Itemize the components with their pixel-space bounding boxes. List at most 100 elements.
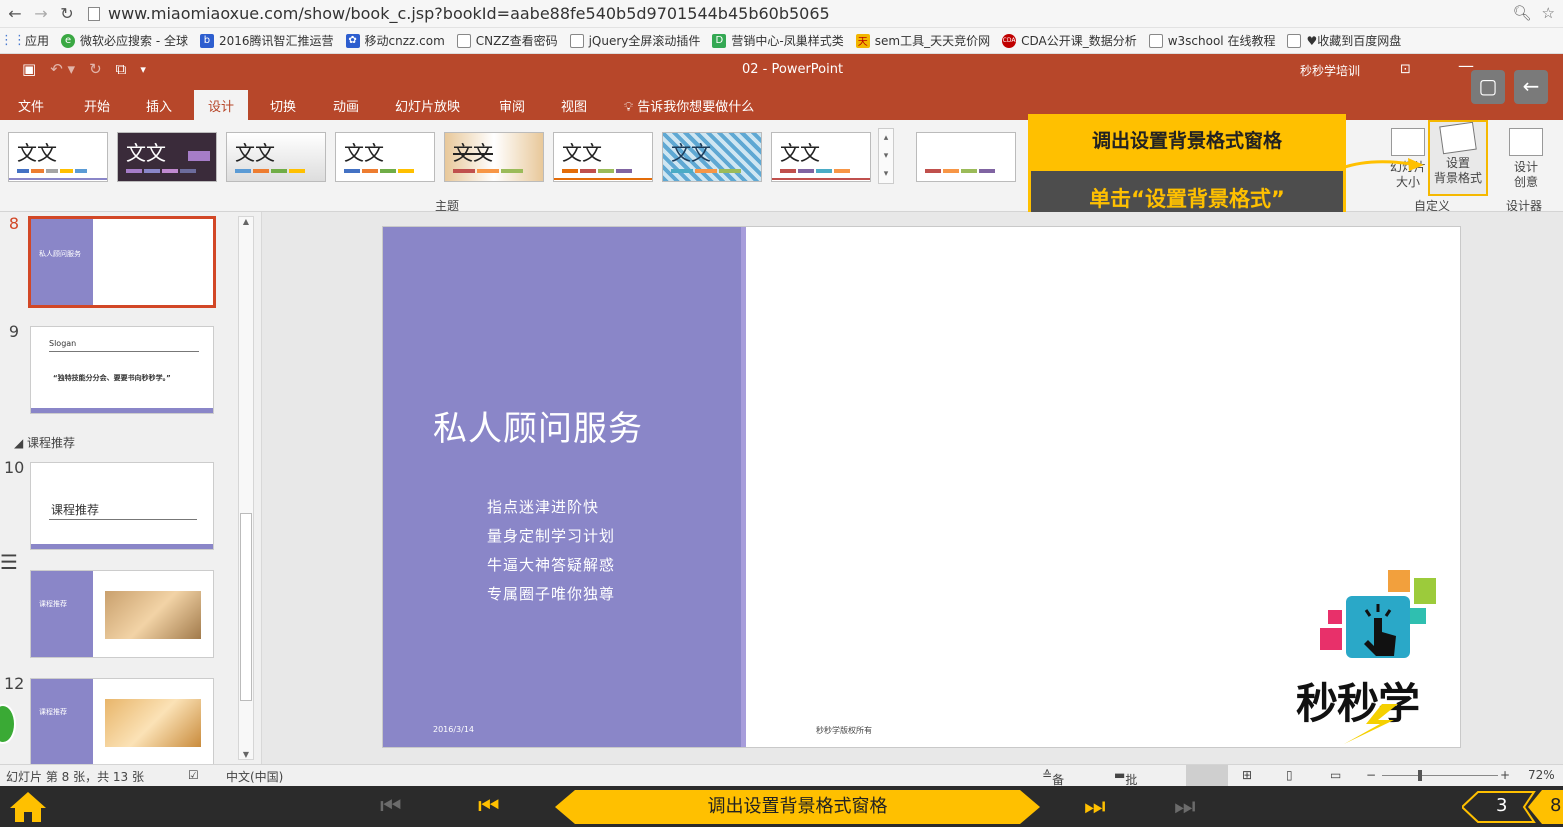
theme-red[interactable]: 文文 [771,132,871,182]
slide-sorter-icon[interactable]: ⊞ [1242,768,1252,782]
bookmark-baidu-pan[interactable]: ♥收藏到百度网盘 [1287,32,1401,49]
slide-thumb-9[interactable]: Slogan “独特技能分分会、要要书向秒秒学。” [30,326,214,414]
slide-footer: 秒秒学版权所有 [816,726,872,735]
tian-icon: 天 [855,33,870,48]
browser-toolbar: ← → ↻ www.miaomiaoxue.com/show/book_c.js… [0,0,1563,28]
slide-thumb-12[interactable]: 课程推荐 [30,678,214,764]
pane-scrollbar[interactable]: ▲ ▼ [238,216,254,760]
thumb-number: 8 [8,214,20,233]
notes-button[interactable]: ≙ 备注 [1042,768,1064,804]
back-icon[interactable]: ← [4,3,26,25]
slide-bullet: 牛逼大神答疑解惑 [487,556,616,574]
zoom-icon[interactable]: 🔍︎ [1513,4,1532,22]
redo-icon[interactable]: ↻ [89,60,102,78]
bookmark-fengchao[interactable]: D 营销中心-凤巢样式类 [712,32,844,49]
reload-icon[interactable]: ↻ [56,3,78,25]
callout-title: 调出设置背景格式窗格 [1028,114,1346,168]
restore-icon[interactable]: ▢ [1471,70,1505,104]
slide-divider [741,227,746,747]
slide-thumb-10[interactable]: 课程推荐 [30,462,214,550]
tab-review[interactable]: 审阅 [499,96,525,115]
slide-bullet: 指点迷津进阶快 [487,498,600,516]
zoom-slider[interactable] [1382,775,1498,776]
bookmark-sem[interactable]: 天 sem工具_天天竞价网 [855,32,990,49]
language-status[interactable]: 中文(中国) [226,768,283,785]
tab-slideshow[interactable]: 幻灯片放映 [395,96,460,115]
slide-thumb-11[interactable]: 课程推荐 [30,570,214,658]
document-title: 02 - PowerPoint [742,62,844,77]
forward-icon[interactable]: → [30,3,52,25]
slideshow-view-icon[interactable]: ▭ [1330,768,1341,782]
page-icon [88,6,100,21]
theme-gray[interactable]: 文文 [226,132,326,182]
slide-bullets[interactable]: 指点迷津进阶快 量身定制学习计划 牛逼大神答疑解惑 专属圈子唯你独尊 [487,493,615,609]
tab-file[interactable]: 文件 [18,96,44,115]
last-step-icon[interactable]: ⏭ [1174,792,1196,820]
normal-view-icon[interactable] [1186,765,1228,786]
slide-bullet: 量身定制学习计划 [487,527,616,545]
comments-button[interactable]: ▬ 批注 [1114,768,1137,804]
tab-view[interactable]: 视图 [561,96,587,115]
reading-view-icon[interactable]: ▯ [1286,768,1293,782]
spellcheck-icon[interactable]: ☑ [188,768,199,782]
thumb-number: 12 [4,674,25,693]
variant-1[interactable] [916,132,1016,182]
bookmark-bing[interactable]: e 微软必应搜索 - 全球 [61,32,188,49]
back-arrow-icon[interactable]: ← [1514,70,1548,104]
scrollbar-thumb[interactable] [240,513,252,701]
page-icon [1287,33,1302,48]
presenter-icon[interactable]: ⧉ [116,60,127,78]
next-step-icon[interactable]: ⏭ [1084,792,1106,820]
tab-insert[interactable]: 插入 [146,96,172,115]
tell-me-search[interactable]: 💡︎ 告诉我你想要做什么 [624,96,754,115]
save-icon[interactable]: ▣ [22,60,36,78]
slide-title[interactable]: 私人顾问服务 [433,401,643,450]
theme-gallery-scroll[interactable]: ▴ ▾ ▾ [878,128,894,184]
tab-transitions[interactable]: 切换 [270,96,296,115]
previous-step-icon[interactable]: ⏮ [478,792,500,820]
bookmark-cda[interactable]: CDA CDA公开课_数据分析 [1002,32,1137,49]
url-text[interactable]: www.miaomiaoxue.com/show/book_c.jsp?book… [108,4,830,23]
bookmarks-bar: ⋮⋮ 应用 e 微软必应搜索 - 全球 b 2016腾讯智汇推运营 ✿ 移动cn… [0,28,1563,54]
hand-cursor-icon [1346,596,1410,658]
bookmark-cnzz-mobile[interactable]: ✿ 移动cnzz.com [345,32,445,49]
bookmark-cnzz-password[interactable]: CNZZ查看密码 [456,32,558,49]
slide-thumb-8[interactable]: 私人顾问服务 [28,216,216,308]
thumb-photo [105,591,201,639]
zoom-in-icon[interactable]: + [1500,768,1510,782]
zoom-out-icon[interactable]: − [1366,768,1376,782]
account-name[interactable]: 秒秒学培训 [1300,62,1360,79]
bookmark-tencent[interactable]: b 2016腾讯智汇推运营 [199,32,334,49]
home-icon[interactable] [8,790,48,824]
current-step-banner: 调出设置背景格式窗格 [555,790,1040,824]
bookmark-jquery[interactable]: jQuery全屏滚动插件 [569,32,700,49]
undo-icon[interactable]: ↶ ▾ [50,60,75,78]
customize-qat-icon[interactable]: ▾ [140,63,146,78]
theme-orange[interactable]: 文文 [553,132,653,182]
section-header[interactable]: ◢ 课程推荐 [14,434,75,451]
address-bar[interactable]: www.miaomiaoxue.com/show/book_c.jsp?book… [88,2,830,26]
tab-animations[interactable]: 动画 [333,96,359,115]
tab-design[interactable]: 设计 [194,90,249,120]
ppt-title-bar: ▣ ↶ ▾ ↻ ⧉ ▾ 02 - PowerPoint 秒秒学培训 ⊡ — [0,54,1563,86]
current-step-label: 调出设置背景格式窗格 [707,796,888,817]
zoom-level[interactable]: 72% [1528,768,1555,782]
step-counter: 3 8 [1462,790,1563,824]
theme-dark[interactable]: 文文 [117,132,217,182]
theme-clean[interactable]: 文文 [335,132,435,182]
first-step-icon[interactable]: ⏮ [380,792,402,820]
theme-wood[interactable]: 文文 [444,132,544,182]
bookmark-w3school[interactable]: w3school 在线教程 [1148,32,1275,49]
ribbon-display-icon[interactable]: ⊡ [1400,62,1411,77]
zoom-slider-handle[interactable] [1418,770,1422,781]
star-icon[interactable]: ☆ [1542,4,1555,22]
tab-home[interactable]: 开始 [84,96,110,115]
menu-icon[interactable]: ☰ [0,550,24,590]
bookmark-apps[interactable]: ⋮⋮ 应用 [0,32,49,49]
theme-pattern[interactable]: 文文 [662,132,762,182]
format-background-button[interactable]: 设置 背景格式 [1428,120,1488,196]
theme-office[interactable]: 文文 [8,132,108,182]
status-bar: 幻灯片 第 8 张，共 13 张 ☑ 中文(中国) ≙ 备注 ▬ 批注 ⊞ ▯ … [0,764,1563,804]
slide-date: 2016/3/14 [433,725,475,734]
design-ideas-button[interactable]: 设计 创意 [1496,126,1556,192]
